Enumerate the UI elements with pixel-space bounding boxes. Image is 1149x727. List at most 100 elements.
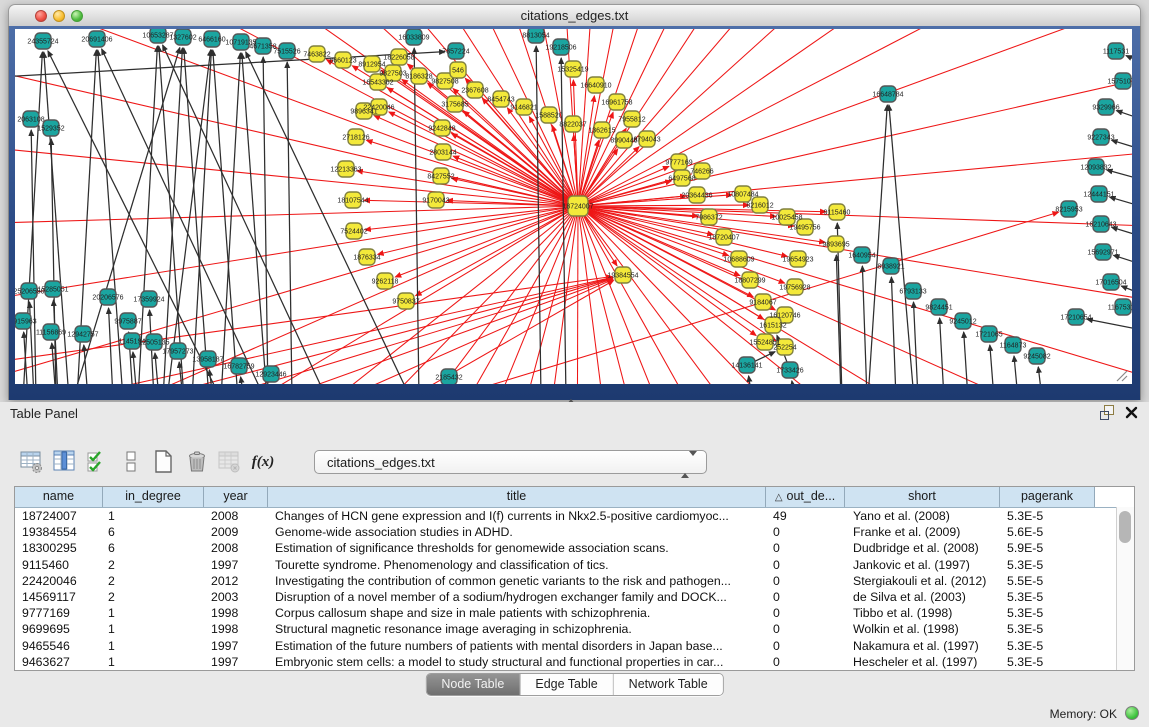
cell-name[interactable]: 18724007 [15,508,103,524]
cell-name[interactable]: 9777169 [15,605,103,621]
float-panel-icon[interactable] [1099,405,1115,421]
cell-in_degree[interactable]: 6 [103,540,204,556]
network-window-titlebar[interactable]: citations_edges.txt [8,4,1141,26]
cell-pagerank[interactable]: 5.3E-5 [1000,605,1095,621]
column-header-short[interactable]: short [845,487,1000,507]
cell-year[interactable]: 1998 [204,605,268,621]
function-builder-icon[interactable]: f(x) [249,447,277,477]
cell-year[interactable]: 2003 [204,589,268,605]
cell-short[interactable]: Wolkin et al. (1998) [845,621,1000,637]
cell-out_degree[interactable]: 0 [766,638,845,654]
table-scrollbar[interactable] [1116,507,1134,670]
table-row[interactable]: 946554611997Estimation of the future num… [15,638,1134,654]
scrollbar-thumb[interactable] [1119,511,1131,543]
cell-out_degree[interactable]: 0 [766,540,845,556]
cell-out_degree[interactable]: 0 [766,524,845,540]
cell-out_degree[interactable]: 49 [766,508,845,524]
cell-year[interactable]: 1997 [204,638,268,654]
table-row[interactable]: 911546021997Tourette syndrome. Phenomeno… [15,557,1134,573]
table-row[interactable]: 1830029562008Estimation of significance … [15,540,1134,556]
cell-short[interactable]: Franke et al. (2009) [845,524,1000,540]
cell-title[interactable]: Tourette syndrome. Phenomenology and cla… [268,557,766,573]
cell-short[interactable]: Jankovic et al. (1997) [845,557,1000,573]
cell-title[interactable]: Disruption of a novel member of a sodium… [268,589,766,605]
cell-name[interactable]: 18300295 [15,540,103,556]
close-panel-icon[interactable] [1124,405,1139,420]
cell-pagerank[interactable]: 5.5E-5 [1000,573,1095,589]
cell-out_degree[interactable]: 0 [766,557,845,573]
cell-year[interactable]: 2008 [204,540,268,556]
cell-name[interactable]: 9465546 [15,638,103,654]
cell-pagerank[interactable]: 5.3E-5 [1000,638,1095,654]
cell-short[interactable]: Tibbo et al. (1998) [845,605,1000,621]
cell-name[interactable]: 9115460 [15,557,103,573]
cell-title[interactable]: Genome-wide association studies in ADHD. [268,524,766,540]
cell-short[interactable]: de Silva et al. (2003) [845,589,1000,605]
resize-grip-icon[interactable] [1113,367,1129,383]
new-table-icon[interactable] [150,447,178,477]
cell-title[interactable]: Investigating the contribution of common… [268,573,766,589]
column-header-pagerank[interactable]: pagerank [1000,487,1095,507]
cell-in_degree[interactable]: 1 [103,638,204,654]
cell-pagerank[interactable]: 5.3E-5 [1000,654,1095,670]
tab-network-table[interactable]: Network Table [614,674,723,695]
cell-name[interactable]: 19384554 [15,524,103,540]
network-canvas[interactable]: 7463822866012389129541822605898275038186… [15,29,1132,384]
cell-name[interactable]: 22420046 [15,573,103,589]
delete-column-icon[interactable] [216,447,244,477]
column-header-title[interactable]: title [268,487,766,507]
tab-edge-table[interactable]: Edge Table [520,674,613,695]
table-row[interactable]: 1456911722003Disruption of a novel membe… [15,589,1134,605]
table-row[interactable]: 2242004622012Investigating the contribut… [15,573,1134,589]
cell-short[interactable]: Hescheler et al. (1997) [845,654,1000,670]
cell-short[interactable]: Yano et al. (2008) [845,508,1000,524]
cell-pagerank[interactable]: 5.9E-5 [1000,540,1095,556]
cell-title[interactable]: Embryonic stem cells: a model to study s… [268,654,766,670]
cell-pagerank[interactable]: 5.3E-5 [1000,557,1095,573]
column-header-out_degree[interactable]: △out_de... [766,487,845,507]
cell-name[interactable]: 9463627 [15,654,103,670]
cell-year[interactable]: 1998 [204,621,268,637]
cell-out_degree[interactable]: 0 [766,573,845,589]
cell-name[interactable]: 9699695 [15,621,103,637]
cell-in_degree[interactable]: 6 [103,524,204,540]
show-column-icon[interactable] [51,447,79,477]
cell-title[interactable]: Structural magnetic resonance image aver… [268,621,766,637]
cell-in_degree[interactable]: 2 [103,573,204,589]
table-row[interactable]: 1872400712008Changes of HCN gene express… [15,508,1134,524]
column-header-in_degree[interactable]: in_degree [103,487,204,507]
unselect-all-icon[interactable] [117,447,145,477]
cell-out_degree[interactable]: 0 [766,589,845,605]
cell-title[interactable]: Changes of HCN gene expression and I(f) … [268,508,766,524]
cell-out_degree[interactable]: 0 [766,621,845,637]
cell-in_degree[interactable]: 1 [103,508,204,524]
cell-in_degree[interactable]: 2 [103,557,204,573]
table-row[interactable]: 946362711997Embryonic stem cells: a mode… [15,654,1134,670]
cell-year[interactable]: 2008 [204,508,268,524]
cell-out_degree[interactable]: 0 [766,654,845,670]
cell-year[interactable]: 1997 [204,557,268,573]
cell-short[interactable]: Stergiakouli et al. (2012) [845,573,1000,589]
cell-pagerank[interactable]: 5.3E-5 [1000,621,1095,637]
select-all-check-icon[interactable] [84,447,112,477]
table-row[interactable]: 1938455462009Genome-wide association stu… [15,524,1134,540]
cell-pagerank[interactable]: 5.6E-5 [1000,524,1095,540]
cell-out_degree[interactable]: 0 [766,605,845,621]
cell-short[interactable]: Dudbridge et al. (2008) [845,540,1000,556]
cell-short[interactable]: Nakamura et al. (1997) [845,638,1000,654]
column-header-name[interactable]: name [15,487,103,507]
cell-year[interactable]: 2009 [204,524,268,540]
cell-title[interactable]: Corpus callosum shape and size in male p… [268,605,766,621]
cell-name[interactable]: 14569117 [15,589,103,605]
table-row[interactable]: 969969511998Structural magnetic resonanc… [15,621,1134,637]
cell-pagerank[interactable]: 5.3E-5 [1000,589,1095,605]
column-header-year[interactable]: year [204,487,268,507]
cell-in_degree[interactable]: 1 [103,621,204,637]
delete-table-icon[interactable] [183,447,211,477]
table-row[interactable]: 977716911998Corpus callosum shape and si… [15,605,1134,621]
cell-title[interactable]: Estimation of significance thresholds fo… [268,540,766,556]
cell-year[interactable]: 2012 [204,573,268,589]
cell-pagerank[interactable]: 5.3E-5 [1000,508,1095,524]
table-selector-dropdown[interactable]: citations_edges.txt [314,450,707,474]
tab-node-table[interactable]: Node Table [426,674,520,695]
